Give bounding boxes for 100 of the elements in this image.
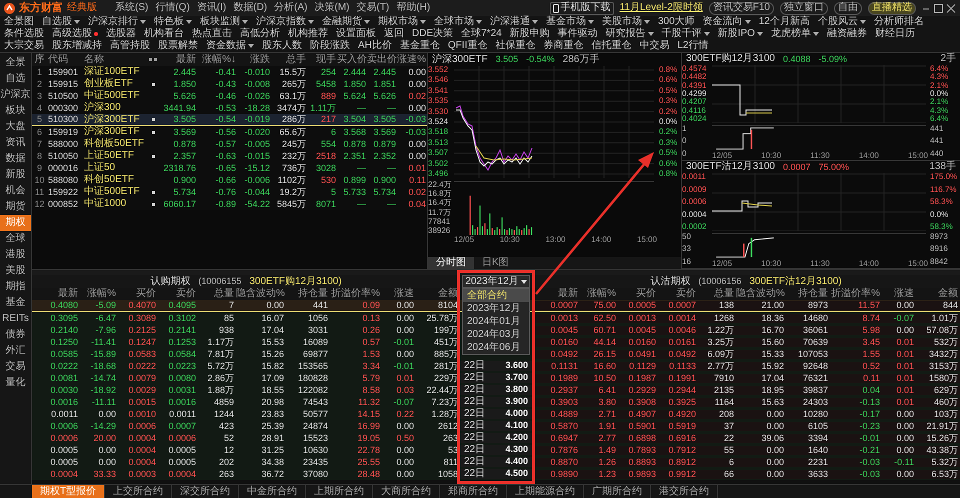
sidebar-item[interactable]: 大盘 [0,119,31,135]
table-row[interactable]: 10 588080 科创50ETF 0.900 -0.66 -0.006 1102万 530 0.899 0.900 0.11 [32,174,427,186]
table-row[interactable]: 12 000852 中证1000 6060.17 -0.89 -54.22 5845万 8071 — — 0.04 [32,198,427,210]
table-row[interactable]: 0.0006 -14.29 0.0006 0.0007 423 25.39 24874 16.99 0.00 2612 22日 4.100 0.5870 1.91 0.5901 0.5919 37 0.00 6105 -0.23 0.00 21.91万 [32,420,960,432]
sidebar-item[interactable]: 全球 [0,231,31,247]
nav-item[interactable]: 全球7*24 [461,28,502,40]
nav-item[interactable]: 选股器 [106,28,136,40]
nav-item[interactable]: 股票解禁 [158,40,198,52]
nav-item[interactable]: 股东增减持 [52,40,102,52]
column-header[interactable]: 现手 [307,54,337,64]
column-header[interactable]: 最新 [40,289,80,299]
menu-item[interactable]: 数据(D) [233,3,268,13]
bottom-tab[interactable]: 郑商所合约 [440,485,508,498]
nav-item[interactable]: 大宗交易 [4,40,44,52]
nav-item[interactable]: 沪深港通 [490,16,538,28]
column-header[interactable]: 名称 [84,54,148,64]
nav-item[interactable]: 分析师排名 [874,16,924,28]
column-header[interactable]: 买价 [618,289,658,299]
chart-tab[interactable]: 分时图 [428,257,474,269]
table-row[interactable]: 0.0011 0.00 0.0010 0.0011 1244 23.83 50577 14.15 0.22 1.28万 22日 4.000 0.4889 2.71 0.4907 0.4920 208 0.00 10280 -0.17 0.00 103万 [32,408,960,420]
nav-item[interactable]: QFII重仓 [448,40,488,52]
column-header[interactable]: 持仓量 [786,289,830,299]
sidebar-item[interactable]: 量化 [0,375,31,391]
nav-item[interactable]: 沪深京排行 [88,16,146,28]
column-header[interactable]: 买入价 [337,54,367,64]
column-header[interactable]: 最新 [540,289,580,299]
nav-item[interactable]: 财经日历 [874,28,915,40]
column-header[interactable]: 隐含波动% [236,289,286,299]
menu-item[interactable]: 分析(A) [274,3,308,13]
sidebar-item[interactable]: 基金 [0,295,31,311]
table-row[interactable]: 0.0081 -14.74 0.0079 0.0080 2.86万 17.09 180828 5.79 0.01 229万 22日 3.700 0.1989 10.50 0.1987 0.1991 7910 17.04 76321 0.11 0.01 1580万 [32,372,960,384]
sidebar-item[interactable]: 数据 [0,151,31,167]
bottom-tab[interactable]: 上期能源合约 [507,485,584,498]
expiry-dropdown[interactable]: 2023年12月 [462,275,530,288]
nav-item[interactable]: 资金流向 [702,16,751,28]
toolbar-button[interactable]: 直播精选 [868,2,916,14]
nav-item[interactable]: 融资融券 [826,28,867,40]
nav-item[interactable]: 高管持股 [110,40,150,52]
nav-item[interactable]: 返回 [384,28,404,40]
sidebar-item[interactable]: 期指 [0,279,31,295]
column-header[interactable]: 隐含波动% [736,289,786,299]
nav-item[interactable]: 高低分析 [240,28,280,40]
menu-item[interactable]: 系统(S) [115,3,148,13]
nav-item[interactable]: 条件选股 [4,28,44,40]
nav-item[interactable]: AH比价 [358,40,392,52]
menu-item[interactable]: 交易(T) [356,3,390,13]
nav-item[interactable]: 中交易 [639,40,670,52]
nav-item[interactable]: 300大师 [658,16,695,28]
nav-item[interactable]: 美股市场 [602,16,650,28]
sidebar-item[interactable]: 板块 [0,103,31,119]
toolbar-button[interactable]: 独立窗口 [780,2,828,14]
column-header[interactable]: 涨速 [882,289,916,299]
column-header[interactable]: 涨幅% [580,289,618,299]
menu-item[interactable]: 行情(Q) [155,3,190,13]
bottom-tab[interactable]: 深交所合约 [172,485,240,498]
menu-item[interactable]: 资讯(I) [196,3,226,13]
table-row[interactable]: 0.0005 0.00 0.0004 0.0005 202 34.38 23435 25.55 0.00 811 22日 4.400 0.8870 1.26 0.8893 0.8912 6 0.00 2231 -0.03 -0.11 5.32万 [32,456,960,468]
nav-item[interactable]: DDE决策 [412,28,454,40]
column-header[interactable]: 涨跌 [237,54,271,64]
sidebar-item[interactable]: 资讯 [0,135,31,151]
bottom-tab[interactable]: 上交所合约 [105,485,172,498]
nav-item[interactable]: 自选股 [42,16,80,28]
column-header[interactable]: 序 [32,54,48,64]
menu-item[interactable]: 决策(M) [314,3,350,13]
nav-item[interactable]: 机构看台 [144,28,184,40]
sidebar-item[interactable]: 全景 [0,55,31,71]
column-header[interactable]: 涨速% [397,54,427,64]
bottom-tab[interactable]: 广期所合约 [584,485,652,498]
sidebar-item[interactable]: 自选 [0,71,31,87]
nav-item[interactable]: 金融期货 [322,16,370,28]
sidebar-item[interactable]: 港股 [0,247,31,263]
column-header[interactable]: 涨幅%↓ [197,54,237,64]
nav-item[interactable]: 基金市场 [546,16,594,28]
mobile-download-button[interactable]: 手机版下载 [550,2,614,14]
nav-item[interactable]: 事件驱动 [558,28,598,40]
toolbar-button[interactable]: 自由 [834,2,862,14]
bottom-tab[interactable]: 大商所合约 [373,485,440,498]
scroll-bar[interactable] [32,270,960,275]
column-header[interactable]: 卖价 [658,289,698,299]
column-header[interactable]: 折溢价率% [830,289,882,299]
dropdown-option[interactable]: 2023年12月 [463,302,529,315]
sidebar-item[interactable]: 新股 [0,167,31,183]
column-header[interactable]: 买价 [118,289,158,299]
table-row[interactable]: 0.0222 -18.68 0.0222 0.0223 5.72万 15.82 153565 3.34 -0.01 281万 22日 3.600 0.1131 16.60 0.1129 0.1133 2.77万 15.92 92648 0.52 0.01 3153万 [32,360,960,372]
sidebar-item[interactable]: 机会 [0,183,31,199]
nav-item[interactable]: 沪深京指数 [256,16,314,28]
nav-item[interactable]: 千股千评 [662,28,710,40]
nav-item[interactable]: 券商重仓 [543,40,584,52]
bottom-tab[interactable]: 港交所合约 [651,485,718,498]
table-row[interactable]: 0.0016 -11.11 0.0015 0.0016 4859 20.98 74543 11.32 -0.07 7.23万 22日 3.900 0.3903 3.80 0.3908 0.3925 1164 15.63 24303 -0.13 0.01 460万 [32,396,960,408]
dropdown-option[interactable]: 全部合约 [463,289,529,302]
table-row[interactable]: 0.0004 33.33 0.0003 0.0004 263 36.72 37080 28.48 0.00 1058 22日 4.500 0.9890 1.23 0.9893 0.9912 66 0.00 3633 -0.03 0.00 6.53万 [32,468,960,480]
nav-item[interactable]: 股东人数 [262,40,302,52]
sidebar-item[interactable]: 外汇 [0,343,31,359]
nav-item[interactable]: 新股IPO [718,28,763,40]
table-row[interactable]: 0.0030 -18.92 0.0029 0.0031 1.88万 18.55 122082 8.58 0.03 22.44万 22日 3.800 0.2937 6.41 0.2929 0.2944 2135 18.95 39837 0.04 0.01 629万 [32,384,960,396]
nav-item[interactable]: 信托重仓 [591,40,632,52]
nav-item[interactable]: 龙虎榜单 [770,28,819,40]
nav-item[interactable]: 特色板 [154,16,192,28]
nav-item[interactable]: 期权市场 [378,16,426,28]
